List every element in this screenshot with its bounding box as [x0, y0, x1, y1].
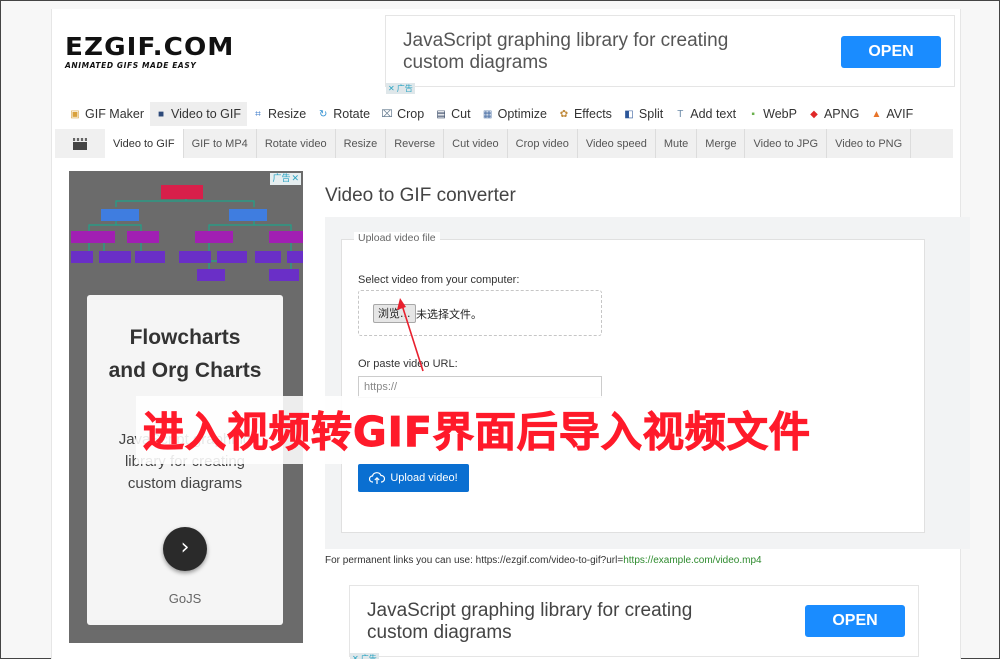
ad-marker[interactable]: ✕ 广告 — [350, 653, 379, 659]
file-drop-zone[interactable]: 浏览... 未选择文件。 — [358, 290, 602, 336]
tab-video-speed[interactable]: Video speed — [578, 129, 656, 158]
tab-merge[interactable]: Merge — [697, 129, 746, 158]
nav-item-resize[interactable]: ⌗ Resize — [247, 102, 312, 126]
ad-close-icon[interactable]: ✕ — [352, 653, 359, 659]
bottom-ad-banner[interactable]: JavaScript graphing library for creating… — [349, 585, 919, 659]
ad-text: JavaScript graphing library for creating… — [403, 30, 729, 73]
fieldset-legend: Upload video file — [354, 232, 440, 244]
side-ad-next-button[interactable]: › — [163, 527, 207, 571]
main-nav: ▣ GIF Maker ■ Video to GIF ⌗ Resize ↻ Rotate ⌧ Cr… — [64, 102, 919, 126]
side-ad-label: 广告 — [272, 174, 291, 184]
nav-item-label: Cut — [451, 107, 471, 121]
tab-reverse[interactable]: Reverse — [386, 129, 445, 158]
nav-item-split[interactable]: ◧ Split — [618, 102, 669, 126]
select-file-label: Select video from your computer: — [358, 274, 520, 286]
url-label: Or paste video URL: — [358, 358, 458, 370]
side-ad-brand: GoJS — [168, 591, 202, 606]
split-icon: ◧ — [624, 108, 634, 120]
ad-label: 广告 — [360, 654, 377, 659]
nav-item-label: Rotate — [333, 107, 371, 121]
side-ad-close-icon[interactable]: ✕ — [291, 173, 299, 185]
org-chart-illustration — [71, 185, 303, 281]
top-ad-banner[interactable]: JavaScript graphing library for creating… — [385, 15, 955, 94]
upload-button-label: Upload video! — [390, 472, 458, 484]
tab-gif-to-mp4[interactable]: GIF to MP4 — [184, 129, 257, 158]
tab-video-to-gif[interactable]: Video to GIF — [105, 129, 184, 158]
tab-mute[interactable]: Mute — [656, 129, 698, 158]
cut-icon: ▤ — [436, 108, 446, 120]
tab-cut-video[interactable]: Cut video — [444, 129, 508, 158]
nav-item-video-to-gif[interactable]: ■ Video to GIF — [150, 102, 247, 126]
clapperboard-icon — [55, 129, 105, 158]
nav-item-effects[interactable]: ✿ Effects — [553, 102, 618, 126]
logo-tagline: ANIMATED GIFS MADE EASY — [65, 61, 197, 70]
ad-close-icon[interactable]: ✕ — [388, 83, 395, 94]
nav-item-label: WebP — [763, 107, 797, 121]
side-ad-marker[interactable]: 广告 ✕ — [270, 173, 301, 185]
browse-button[interactable]: 浏览... — [373, 304, 416, 323]
ad-open-button[interactable]: OPEN — [805, 605, 905, 637]
video-sub-nav: Video to GIF GIF to MP4 Rotate video Resize… — [55, 129, 953, 158]
nav-item-label: Crop — [397, 107, 425, 121]
nav-item-label: Optimize — [497, 107, 547, 121]
nav-item-label: Video to GIF — [171, 107, 241, 121]
add-text-icon: T — [677, 108, 684, 120]
optimize-icon: ▦ — [482, 108, 493, 120]
permanent-link-hint: For permanent links you can use: https:/… — [325, 555, 762, 566]
upload-video-button[interactable]: Upload video! — [358, 464, 469, 492]
crop-icon: ⌧ — [381, 108, 393, 120]
nav-item-label: APNG — [823, 107, 860, 121]
tab-video-to-jpg[interactable]: Video to JPG — [745, 129, 828, 158]
video-url-input[interactable] — [358, 376, 602, 398]
avif-icon: ▲ — [871, 108, 882, 120]
nav-item-apng[interactable]: ◆ APNG — [803, 102, 865, 126]
rotate-icon: ↻ — [319, 108, 328, 120]
upload-fieldset: Upload video file Select video from your… — [341, 232, 925, 533]
nav-item-add-text[interactable]: T Add text — [669, 102, 742, 126]
page-container: EZGIF.COM ANIMATED GIFS MADE EASY JavaSc… — [51, 9, 970, 659]
permanent-link-example[interactable]: https://example.com/video.mp4 — [623, 555, 761, 566]
side-ad-title-line2: and Org Charts — [108, 359, 262, 382]
ad-text: JavaScript graphing library for creating… — [367, 600, 693, 643]
annotation-caption: 进入视频转GIF界面后导入视频文件 — [143, 408, 811, 457]
nav-item-avif[interactable]: ▲ AVIF — [865, 102, 919, 126]
effects-icon: ✿ — [559, 108, 569, 120]
ad-label: 广告 — [396, 84, 413, 93]
logo-wordmark: EZGIF.COM — [65, 32, 235, 61]
nav-item-label: Resize — [268, 107, 307, 121]
nav-item-label: Split — [638, 107, 664, 121]
side-ad-title: Flowcharts and Org Charts — [87, 321, 283, 387]
nav-item-cut[interactable]: ▤ Cut — [430, 102, 476, 126]
tab-resize[interactable]: Resize — [336, 129, 387, 158]
nav-item-webp[interactable]: ▪ WebP — [742, 102, 803, 126]
upload-form-area: Upload video file Select video from your… — [325, 217, 970, 549]
apng-icon: ◆ — [810, 108, 818, 120]
side-ad-title-line1: Flowcharts — [129, 326, 241, 349]
nav-item-label: AVIF — [886, 107, 914, 121]
tab-crop-video[interactable]: Crop video — [508, 129, 578, 158]
ad-marker[interactable]: ✕ 广告 — [386, 83, 415, 94]
ad-open-button[interactable]: OPEN — [841, 36, 941, 68]
file-status: 未选择文件。 — [416, 308, 482, 321]
tab-rotate-video[interactable]: Rotate video — [257, 129, 336, 158]
webp-icon: ▪ — [751, 108, 755, 120]
nav-item-gif-maker[interactable]: ▣ GIF Maker — [64, 102, 150, 126]
gif-maker-icon: ▣ — [70, 108, 80, 120]
chevron-right-icon: › — [180, 535, 190, 560]
nav-item-label: GIF Maker — [85, 107, 145, 121]
resize-icon: ⌗ — [255, 108, 261, 120]
nav-item-crop[interactable]: ⌧ Crop — [376, 102, 430, 126]
nav-item-rotate[interactable]: ↻ Rotate — [312, 102, 376, 126]
page-title: Video to GIF converter — [325, 185, 516, 206]
cloud-upload-icon — [369, 472, 386, 484]
nav-item-label: Add text — [690, 107, 737, 121]
permanent-link-prefix: For permanent links you can use: https:/… — [325, 555, 624, 566]
tab-video-to-png[interactable]: Video to PNG — [827, 129, 912, 158]
ezgif-logo[interactable]: EZGIF.COM ANIMATED GIFS MADE EASY — [65, 34, 245, 70]
nav-item-label: Effects — [573, 107, 612, 121]
video-icon: ■ — [158, 108, 165, 120]
nav-item-optimize[interactable]: ▦ Optimize — [477, 102, 553, 126]
